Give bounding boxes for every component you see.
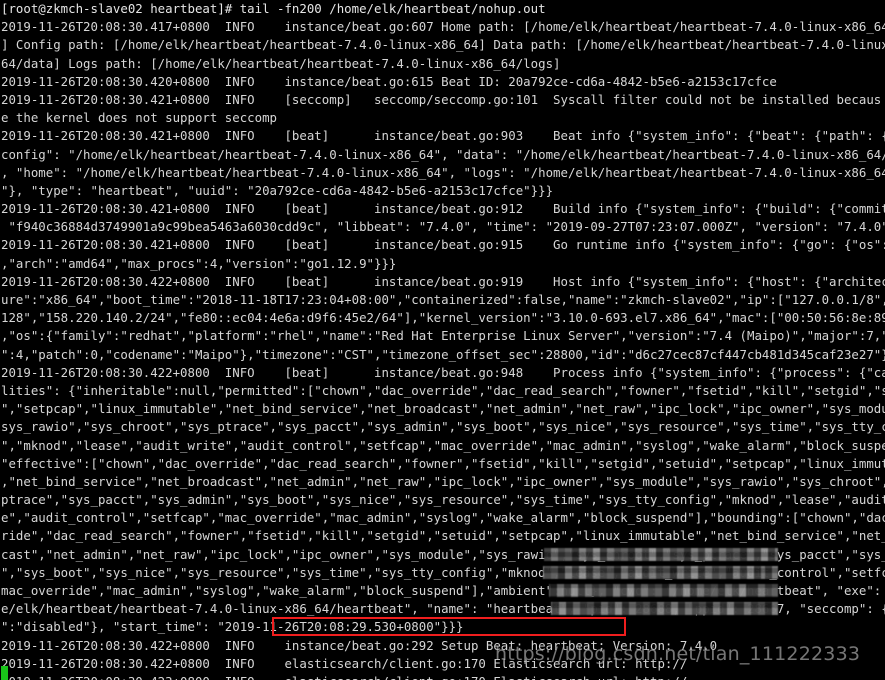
elasticsearch-url-redaction-4 [551,602,778,615]
log-line: config": "/home/elk/heartbeat/heartbeat-… [1,146,885,162]
log-line: ":4,"patch":0,"codename":"Maipo"},"timez… [1,346,885,362]
log-line: sys_rawio","sys_chroot","sys_ptrace","sy… [1,419,885,435]
elasticsearch-url-redaction-3 [549,584,778,597]
log-line: "f940c36884d3749901a9c99bea5463a6030cdd9… [1,219,885,235]
log-line: 2019-11-26T20:08:30.421+0800 INFO [secco… [1,91,882,107]
log-line: e","audit_control","setfcap","mac_overri… [1,510,885,526]
terminal-cursor [1,666,8,680]
log-line: 2019-11-26T20:08:30.420+0800 INFO instan… [1,73,777,89]
log-line: ,"os":{"family":"redhat","platform":"rhe… [1,328,885,344]
log-line: 64/data] Logs path: [/home/elk/heartbeat… [1,55,561,71]
log-line: 2019-11-26T20:08:30.421+0800 INFO [beat]… [1,128,885,144]
log-line: "effective":["chown","dac_override","dac… [1,455,885,471]
log-line: 2019-11-26T20:08:30.422+0800 INFO elasti… [1,655,688,671]
log-line: ","setpcap","linux_immutable","net_bind_… [1,401,885,417]
log-line: 2019-11-26T20:08:30.422+0800 INFO [beat]… [1,273,885,289]
elasticsearch-url-redaction-1 [544,548,778,561]
log-line: ","mknod","lease","audit_write","audit_c… [1,437,885,453]
log-line: 2019-11-26T20:08:30.422+0800 INFO instan… [1,637,718,653]
log-line: ride","dac_read_search","fowner","fsetid… [1,528,885,544]
log-line: ":"disabled"}, "start_time": "2019-11-26… [1,619,464,635]
log-line: ] Config path: [/home/elk/heartbeat/hear… [1,37,885,53]
log-line: "}, "type": "heartbeat", "uuid": "20a792… [1,182,554,198]
log-line: 2019-11-26T20:08:30.422+0800 INFO [beat]… [1,364,885,380]
log-line: , "home": "/home/elk/heartbeat/heartbeat… [1,164,885,180]
terminal-window[interactable]: [root@zkmch-slave02 heartbeat]# tail -fn… [0,0,885,680]
log-line: lities": {"inheritable":null,"permitted"… [1,382,885,398]
log-line: 2019-11-26T20:08:30.417+0800 INFO instan… [1,19,885,35]
log-line: ,"arch":"amd64","max_procs":4,"version":… [1,255,397,271]
elasticsearch-url-redaction-2 [543,566,778,579]
log-line: 2019-11-26T20:08:30.421+0800 INFO [beat]… [1,201,885,217]
log-line: ure":"x86_64","boot_time":"2018-11-18T17… [1,292,885,307]
log-line: 2019-11-26T20:08:30.423+0800 INFO elasti… [1,673,885,680]
log-line: ptrace","sys_pacct","sys_admin","sys_boo… [1,492,885,508]
log-line: 2019-11-26T20:08:30.421+0800 INFO [beat]… [1,237,885,253]
log-line: e the kernel does not support seccomp [1,110,278,126]
log-line: ,"net_bind_service","net_broadcast","net… [1,473,885,489]
log-line: 128","158.220.140.2/24","fe80::ec04:4e6a… [1,310,885,326]
prompt-line: [root@zkmch-slave02 heartbeat]# tail -fn… [1,1,546,16]
